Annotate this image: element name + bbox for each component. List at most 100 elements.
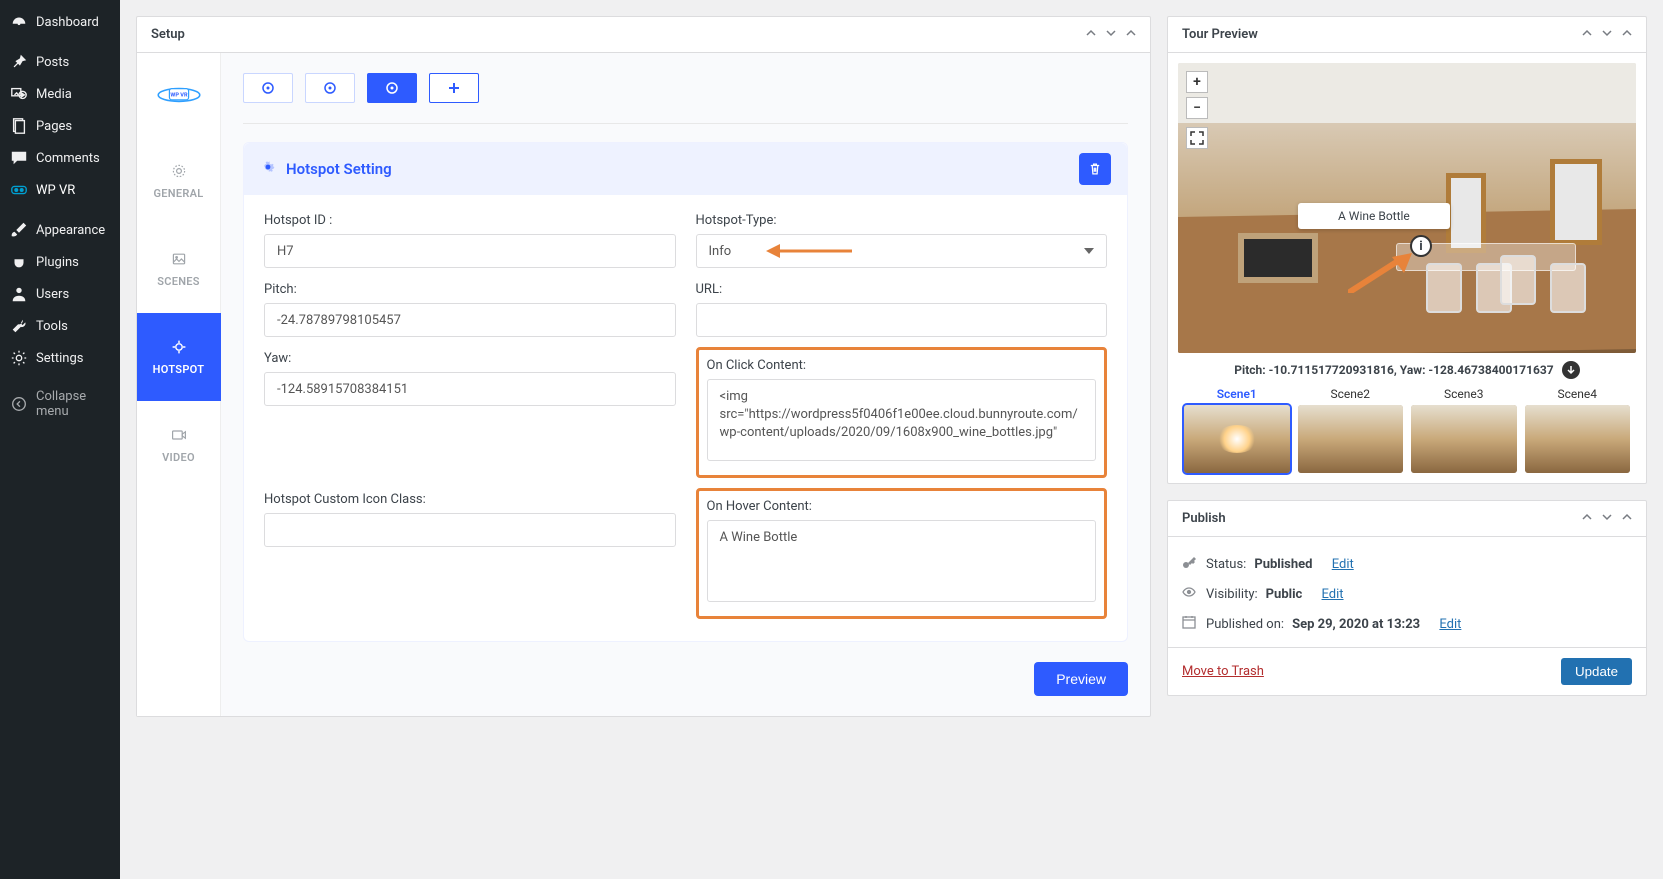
url-input[interactable] [696,303,1108,337]
sidebar-label: Appearance [36,223,105,238]
customicon-input[interactable] [264,513,676,547]
hotspot-type-label: Hotspot-Type: [696,213,1108,228]
fullscreen-button[interactable] [1186,127,1208,149]
media-icon [10,85,28,103]
sidebar-item-users[interactable]: Users [0,278,120,310]
panel-down-icon[interactable] [1106,27,1116,42]
onclick-label: On Click Content: [707,358,1097,373]
edit-status-link[interactable]: Edit [1332,557,1354,572]
sidebar-label: Media [36,87,72,102]
onhover-textarea[interactable]: A Wine Bottle [707,520,1097,602]
url-label: URL: [696,282,1108,297]
move-to-trash-link[interactable]: Move to Trash [1182,664,1264,679]
hotspot-tabs [243,73,1128,103]
sidebar-item-comments[interactable]: Comments [0,142,120,174]
tab-general[interactable]: GENERAL [137,137,221,225]
scene-thumb-3[interactable]: Scene3 [1411,387,1517,473]
tab-label: GENERAL [153,187,203,200]
visibility-row: Visibility: Public Edit [1182,579,1632,609]
cog-icon [260,159,276,179]
field-pitch: Pitch: [264,282,676,337]
wrench-icon [10,317,28,335]
vertical-tabs: WP VR GENERAL SCENES HOTSPOT [137,53,221,716]
field-onhover: On Hover Content: A Wine Bottle [696,488,1108,619]
hotspot-nav-1[interactable] [243,73,293,103]
field-yaw: Yaw: [264,351,676,478]
panel-toggle-icon[interactable] [1622,511,1632,526]
publish-panel: Publish Status: Published Edit Visibil [1167,500,1647,696]
edit-date-link[interactable]: Edit [1439,617,1461,632]
panel-up-icon[interactable] [1086,27,1096,42]
panel-up-icon[interactable] [1582,27,1592,42]
sidebar-label: WP VR [36,183,75,198]
edit-visibility-link[interactable]: Edit [1322,587,1344,602]
sidebar-label: Settings [36,351,83,366]
hotspot-nav-3[interactable] [367,73,417,103]
dashboard-icon [10,13,28,31]
zoom-out-button[interactable]: − [1186,97,1208,119]
sidebar-item-plugins[interactable]: Plugins [0,246,120,278]
yaw-input[interactable] [264,372,676,406]
collapse-icon [10,395,28,413]
hotspot-id-input[interactable] [264,234,676,268]
info-hotspot-icon[interactable]: i [1410,235,1432,257]
panel-toggle-icon[interactable] [1622,27,1632,42]
preview-button[interactable]: Preview [1034,662,1128,696]
card-title: Hotspot Setting [286,160,392,178]
zoom-in-button[interactable]: + [1186,71,1208,93]
sidebar-item-appearance[interactable]: Appearance [0,214,120,246]
tab-scenes[interactable]: SCENES [137,225,221,313]
hotspot-tooltip: A Wine Bottle [1298,203,1450,229]
tab-video[interactable]: VIDEO [137,401,221,489]
delete-button[interactable] [1079,153,1111,185]
svg-text:WP VR: WP VR [170,93,188,99]
sidebar-label: Plugins [36,255,79,270]
sidebar-label: Comments [36,151,100,166]
scene-thumb-1[interactable]: Scene1 [1184,387,1290,473]
hotspot-nav-2[interactable] [305,73,355,103]
update-button[interactable]: Update [1561,658,1632,685]
calendar-icon [1182,615,1198,633]
sidebar-label: Posts [36,55,69,70]
sidebar-item-collapse[interactable]: Collapse menu [0,382,120,426]
yaw-label: Yaw: [264,351,676,366]
panel-down-icon[interactable] [1602,511,1612,526]
coords-text: Pitch: -10.711517720931816, Yaw: -128.46… [1234,363,1553,377]
panorama-viewer[interactable]: + − A Wine Bottle i [1178,63,1636,353]
pitch-input[interactable] [264,303,676,337]
sidebar-item-media[interactable]: Media [0,78,120,110]
sidebar-label: Pages [36,119,72,134]
copy-coords-button[interactable] [1562,361,1580,379]
admin-sidebar: Dashboard Posts Media Pages Comments WP … [0,0,120,879]
sidebar-item-tools[interactable]: Tools [0,310,120,342]
panel-up-icon[interactable] [1582,511,1592,526]
sidebar-label: Users [36,287,69,302]
sidebar-item-wpvr[interactable]: WP VR [0,174,120,206]
setup-panel: Setup WP VR GENERAL [136,16,1151,717]
sidebar-item-pages[interactable]: Pages [0,110,120,142]
onclick-textarea[interactable]: <img src="https://wordpress5f0406f1e00ee… [707,379,1097,461]
pin-icon [10,53,28,71]
hotspot-type-select[interactable]: Info [696,234,1108,268]
tab-hotspot[interactable]: HOTSPOT [137,313,221,401]
comment-icon [10,149,28,167]
sidebar-item-settings[interactable]: Settings [0,342,120,374]
tab-label: HOTSPOT [153,363,205,376]
scene-thumb-4[interactable]: Scene4 [1525,387,1631,473]
tab-label: VIDEO [162,451,195,464]
tab-label: SCENES [157,275,200,288]
panel-down-icon[interactable] [1602,27,1612,42]
user-icon [10,285,28,303]
gear-icon [10,349,28,367]
sidebar-item-posts[interactable]: Posts [0,46,120,78]
tour-title: Tour Preview [1182,27,1258,42]
scene-thumbs: Scene1 Scene2 Scene3 Scene4 [1178,387,1636,473]
field-onclick: On Click Content: <img src="https://word… [696,347,1108,478]
hotspot-add[interactable] [429,73,479,103]
hotspot-id-label: Hotspot ID : [264,213,676,228]
panel-toggle-icon[interactable] [1126,27,1136,42]
setup-title: Setup [151,27,185,42]
pages-icon [10,117,28,135]
scene-thumb-2[interactable]: Scene2 [1298,387,1404,473]
sidebar-item-dashboard[interactable]: Dashboard [0,6,120,38]
